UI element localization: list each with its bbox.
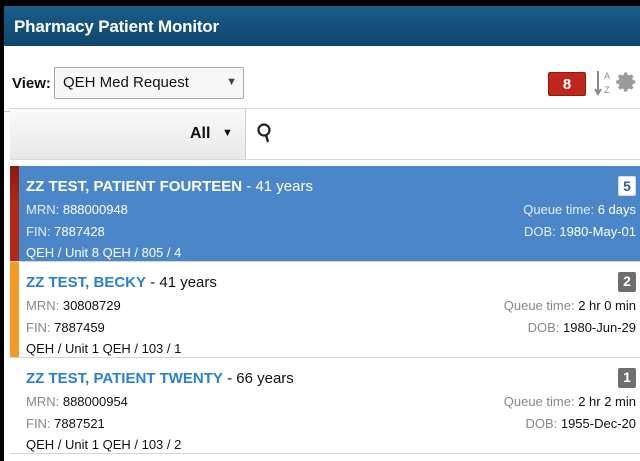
- dob-label: DOB:: [527, 320, 563, 335]
- patient-name[interactable]: ZZ TEST, BECKY: [26, 274, 146, 291]
- queue-time-value: 2 hr 2 min: [578, 394, 636, 409]
- mrn-label: MRN:: [26, 202, 63, 217]
- patient-monitor-window: Pharmacy Patient Monitor View: QEH Med R…: [4, 6, 640, 461]
- filter-dropdown[interactable]: All ▼: [10, 109, 246, 159]
- svg-text:A: A: [604, 71, 610, 81]
- caret-down-icon: ▼: [222, 127, 233, 139]
- queue-time: Queue time: 2 hr 2 min: [504, 394, 636, 409]
- patient-name-line: ZZ TEST, BECKY - 41 years: [26, 274, 217, 291]
- order-count-badge: 2: [618, 272, 636, 292]
- acuity-bar: [10, 166, 19, 261]
- queue-time-label: Queue time:: [503, 298, 579, 313]
- patient-name-line: ZZ TEST, PATIENT TWENTY - 66 years: [26, 370, 294, 387]
- fin-value: 7887428: [54, 224, 105, 239]
- patient-row[interactable]: ZZ TEST, PATIENT FOURTEEN - 41 years MRN…: [10, 166, 640, 262]
- gear-icon[interactable]: [616, 71, 638, 93]
- mrn-label: MRN:: [26, 298, 63, 313]
- alert-count-badge[interactable]: 8: [548, 72, 586, 96]
- queue-time-label: Queue time:: [523, 202, 598, 217]
- queue-time-value: 2 hr 0 min: [578, 298, 636, 313]
- fin-line: FIN: 7887521: [26, 416, 105, 431]
- mrn-line: MRN: 888000948: [26, 202, 128, 217]
- queue-time-value: 6 days: [597, 202, 636, 217]
- mrn-value: 30808729: [62, 298, 121, 313]
- order-count-badge: 5: [618, 176, 636, 196]
- filter-dropdown-value: All: [190, 125, 211, 142]
- queue-time: Queue time: 2 hr 0 min: [504, 298, 636, 313]
- mrn-line: MRN: 30808729: [26, 298, 121, 313]
- location-text: QEH / Unit 1 QEH / 103 / 1: [26, 341, 182, 356]
- fin-line: FIN: 7887459: [26, 320, 105, 335]
- sort-alpha-icon[interactable]: A Z: [594, 68, 612, 98]
- view-label: View:: [12, 75, 51, 92]
- dob-value: 1980-Jun-29: [563, 320, 636, 335]
- fin-line: FIN: 7887428: [26, 224, 105, 239]
- view-dropdown-value: QEH Med Request: [63, 74, 189, 91]
- queue-time: Queue time: 6 days: [523, 202, 636, 217]
- fin-label: FIN:: [26, 320, 55, 335]
- mrn-value: 888000954: [62, 394, 128, 409]
- fin-label: FIN:: [26, 224, 55, 239]
- svg-text:Z: Z: [604, 85, 610, 95]
- mrn-label: MRN:: [26, 394, 63, 409]
- location-text: QEH / Unit 8 QEH / 805 / 4: [26, 245, 182, 260]
- patient-row[interactable]: ZZ TEST, BECKY - 41 years MRN: 30808729 …: [10, 262, 640, 358]
- mrn-line: MRN: 888000954: [26, 394, 128, 409]
- window-title: Pharmacy Patient Monitor: [4, 6, 640, 46]
- search-icon[interactable]: [256, 122, 274, 144]
- order-count-badge: 1: [618, 368, 636, 388]
- filter-row: All ▼: [10, 108, 640, 160]
- fin-label: FIN:: [26, 416, 55, 431]
- patient-age: - 66 years: [222, 370, 294, 387]
- dob: DOB: 1980-Jun-29: [528, 320, 636, 335]
- chevron-down-icon: ▼: [226, 76, 237, 88]
- patient-name[interactable]: ZZ TEST, PATIENT FOURTEEN: [26, 178, 242, 195]
- patient-list: ZZ TEST, PATIENT FOURTEEN - 41 years MRN…: [10, 166, 640, 454]
- view-dropdown[interactable]: QEH Med Request ▼: [54, 67, 244, 99]
- acuity-bar: [10, 262, 19, 357]
- patient-name[interactable]: ZZ TEST, PATIENT TWENTY: [26, 370, 223, 387]
- location-text: QEH / Unit 1 QEH / 103 / 2: [26, 437, 182, 452]
- dob: DOB: 1980-May-01: [524, 224, 636, 239]
- dob-value: 1955-Dec-20: [560, 416, 636, 431]
- mrn-value: 888000948: [62, 202, 128, 217]
- patient-name-line: ZZ TEST, PATIENT FOURTEEN - 41 years: [26, 178, 313, 195]
- fin-value: 7887459: [54, 320, 105, 335]
- dob-value: 1980-May-01: [559, 224, 636, 239]
- patient-age: - 41 years: [242, 178, 313, 195]
- dob-label: DOB:: [523, 224, 560, 239]
- toolbar: View: QEH Med Request ▼ 8 A Z: [4, 46, 640, 112]
- queue-time-label: Queue time:: [503, 394, 579, 409]
- dob-label: DOB:: [525, 416, 561, 431]
- fin-value: 7887521: [54, 416, 105, 431]
- patient-row[interactable]: ZZ TEST, PATIENT TWENTY - 66 years MRN: …: [10, 358, 640, 454]
- dob: DOB: 1955-Dec-20: [525, 416, 636, 431]
- patient-age: - 41 years: [146, 274, 217, 291]
